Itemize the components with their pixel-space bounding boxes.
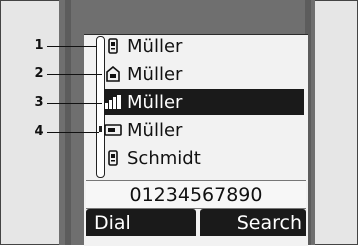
mobile-phone-icon <box>104 37 122 55</box>
contact-name: Schmidt <box>127 147 201 169</box>
contact-name: Müller <box>127 63 183 85</box>
callout-2-line <box>47 74 102 75</box>
softkey-bar: Dial Search <box>86 209 306 236</box>
contact-name: Müller <box>127 119 183 141</box>
contact-row-1[interactable]: Müller <box>104 33 304 59</box>
number-display: 01234567890 <box>86 180 306 209</box>
fax-icon <box>104 121 122 139</box>
contact-row-3-selected[interactable]: Müller <box>104 89 304 115</box>
mobile-phone-icon <box>104 149 122 167</box>
contact-row-2[interactable]: Müller <box>104 61 304 87</box>
callout-2: 2 <box>34 66 44 81</box>
contact-row-4[interactable]: Müller <box>104 117 304 143</box>
search-softkey[interactable]: Search <box>200 209 306 236</box>
contact-row-5[interactable]: Schmidt <box>104 145 304 171</box>
contact-name: Müller <box>127 35 183 57</box>
scroll-thumb[interactable] <box>99 126 102 132</box>
callout-1-line <box>47 46 97 47</box>
callout-3-line <box>47 103 102 104</box>
contact-name: Müller <box>127 91 183 113</box>
bezel-stripe <box>65 0 71 245</box>
office-phone-icon <box>104 93 122 111</box>
callout-3: 3 <box>34 95 44 110</box>
home-phone-icon <box>104 65 122 83</box>
callout-4-line <box>47 132 99 133</box>
callout-4: 4 <box>34 124 44 139</box>
callout-1: 1 <box>34 38 44 53</box>
dial-softkey[interactable]: Dial <box>86 209 196 236</box>
